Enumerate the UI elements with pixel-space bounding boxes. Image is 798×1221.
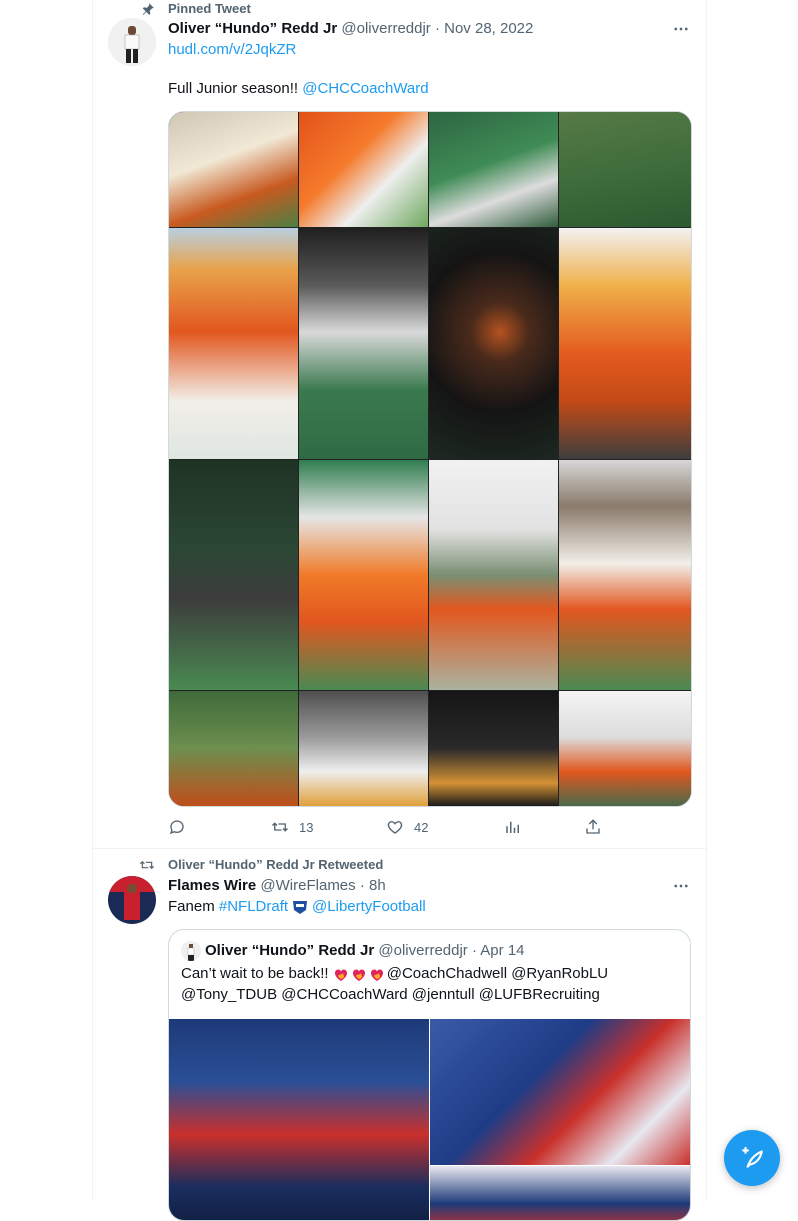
author-name: Oliver “Hundo” Redd Jr [205, 942, 375, 959]
retweeted-label[interactable]: Oliver “Hundo” Redd Jr Retweeted [168, 857, 383, 872]
media-image[interactable] [559, 112, 691, 227]
media-image[interactable] [299, 112, 428, 227]
retweet-icon [272, 822, 288, 832]
tweet-text-body: Fanem [168, 898, 219, 915]
media-image[interactable] [559, 691, 691, 806]
tweet-date: · Apr 14 [471, 942, 525, 959]
author-handle: @oliverreddjr [378, 942, 468, 959]
retweet-count: 13 [299, 819, 314, 835]
media-image[interactable] [429, 691, 558, 806]
media-grid[interactable] [168, 111, 692, 807]
quoted-header: Oliver “Hundo” Redd Jr @oliverreddjr · A… [205, 942, 525, 959]
timeline-column: Pinned Tweet Oliver “Hundo” Redd Jr @oli… [92, 0, 707, 1221]
more-icon[interactable] [672, 877, 690, 895]
media-image[interactable] [559, 460, 691, 690]
tweet-header: Oliver “Hundo” Redd Jr @oliverreddjr · N… [168, 20, 533, 37]
media-image[interactable] [430, 1019, 690, 1165]
media-image[interactable] [430, 1166, 690, 1220]
mention-link[interactable]: @LibertyFootball [312, 898, 426, 915]
tweet-divider [93, 848, 706, 849]
share-icon [586, 819, 600, 834]
media-image[interactable] [429, 460, 558, 690]
share-button[interactable] [584, 818, 602, 836]
retweet-button[interactable]: 13 [271, 818, 313, 836]
quoted-text-line-1: Can’t wait to be back!! @CoachChadwell @… [181, 965, 608, 982]
media-image[interactable] [299, 460, 428, 690]
retweet-icon [139, 860, 155, 870]
media-image[interactable] [299, 691, 428, 806]
avatar [181, 941, 201, 961]
heart-on-fire-emoji-icon [333, 966, 385, 982]
tweet-text: Fanem #NFLDraft @LibertyFootball [168, 898, 426, 915]
avatar[interactable] [108, 18, 156, 66]
author-handle[interactable]: @WireFlames [260, 877, 355, 894]
like-button[interactable]: 42 [386, 818, 428, 836]
author-name[interactable]: Oliver “Hundo” Redd Jr [168, 20, 337, 37]
media-image[interactable] [169, 1019, 429, 1220]
media-image[interactable] [559, 228, 691, 459]
reply-icon [169, 820, 184, 835]
tweet-text: Full Junior season!! @CHCCoachWard [168, 80, 429, 97]
author-name[interactable]: Flames Wire [168, 877, 256, 894]
media-image[interactable] [169, 691, 298, 806]
media-image[interactable] [429, 112, 558, 227]
like-icon [387, 821, 403, 834]
tweet-header: Flames Wire @WireFlames · 8h [168, 877, 386, 894]
mention-link[interactable]: @CHCCoachWard [302, 80, 428, 97]
pinned-label: Pinned Tweet [168, 1, 251, 16]
like-count: 42 [414, 819, 429, 835]
compose-button[interactable] [724, 1130, 780, 1186]
avatar[interactable] [108, 876, 156, 924]
quoted-text-body: Can’t wait to be back!! [181, 965, 333, 982]
quoted-text-line-2: @Tony_TDUB @CHCCoachWard @jenntull @LUFB… [181, 986, 600, 1003]
author-handle[interactable]: @oliverreddjr [341, 20, 430, 37]
nfl-draft-badge-icon [293, 900, 308, 914]
views-icon [506, 821, 519, 833]
pin-icon [142, 3, 154, 15]
hudl-link[interactable]: hudl.com/v/2JqkZR [168, 41, 296, 58]
hashtag-link[interactable]: #NFLDraft [219, 898, 288, 915]
compose-icon [742, 1147, 763, 1168]
media-image[interactable] [299, 228, 428, 459]
quoted-mentions: @CoachChadwell @RyanRobLU [386, 965, 609, 982]
more-icon[interactable] [672, 20, 690, 38]
media-image[interactable] [169, 460, 298, 690]
views-button[interactable] [504, 818, 522, 836]
media-image[interactable] [169, 228, 298, 459]
quoted-tweet[interactable]: Oliver “Hundo” Redd Jr @oliverreddjr · A… [168, 929, 691, 1221]
media-image[interactable] [429, 228, 558, 459]
reply-button[interactable] [168, 818, 186, 836]
tweet-text-body: Full Junior season!! [168, 80, 303, 97]
tweet-time[interactable]: · 8h [360, 877, 386, 894]
tweet-date[interactable]: · Nov 28, 2022 [435, 20, 533, 37]
media-image[interactable] [169, 112, 298, 227]
